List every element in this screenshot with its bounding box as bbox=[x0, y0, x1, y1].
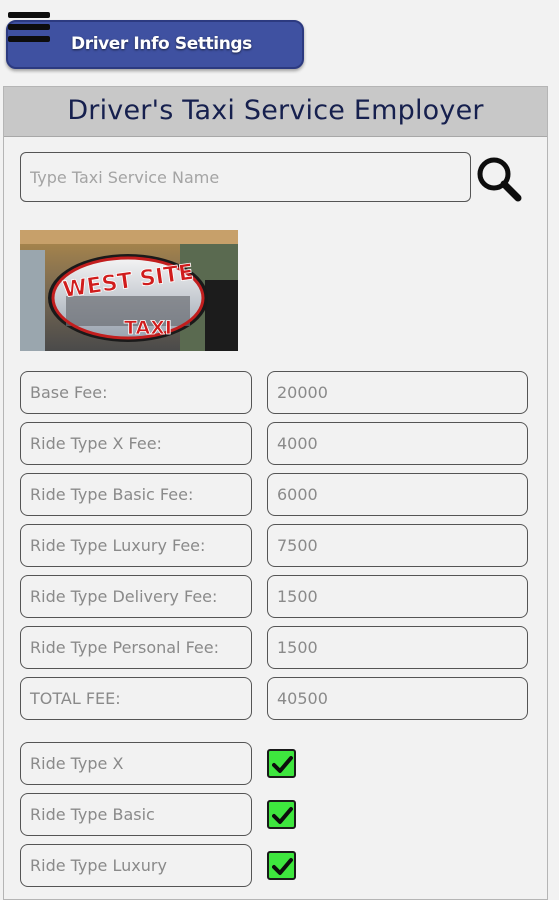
fee-label: Ride Type Luxury Fee: bbox=[20, 524, 252, 567]
page-title: Driver Info Settings bbox=[6, 20, 304, 69]
ride-type-label: Ride Type X bbox=[20, 742, 252, 785]
logo-text-bottom: TAXI bbox=[124, 317, 172, 339]
fee-value-field[interactable]: 1500 bbox=[267, 575, 528, 618]
fee-value-field[interactable]: 20000 bbox=[267, 371, 528, 414]
ride-type-label: Ride Type Luxury bbox=[20, 844, 252, 887]
fee-value-field[interactable]: 40500 bbox=[267, 677, 528, 720]
fee-label: Ride Type Basic Fee: bbox=[20, 473, 252, 516]
checkmark-icon bbox=[272, 807, 293, 824]
fee-value-field[interactable]: 1500 bbox=[267, 626, 528, 669]
fee-value-field[interactable]: 7500 bbox=[267, 524, 528, 567]
fee-label: Ride Type X Fee: bbox=[20, 422, 252, 465]
hamburger-menu-icon[interactable] bbox=[8, 12, 50, 48]
employer-panel: Driver's Taxi Service Employer Type Taxi… bbox=[3, 86, 548, 900]
fee-label: Ride Type Personal Fee: bbox=[20, 626, 252, 669]
taxi-company-logo: WEST SITE TAXI bbox=[20, 230, 238, 351]
fee-value-field[interactable]: 4000 bbox=[267, 422, 528, 465]
fee-value-field[interactable]: 6000 bbox=[267, 473, 528, 516]
fee-label: TOTAL FEE: bbox=[20, 677, 252, 720]
taxi-service-search-input[interactable] bbox=[20, 152, 471, 202]
fee-label: Ride Type Delivery Fee: bbox=[20, 575, 252, 618]
checkmark-icon bbox=[272, 756, 293, 773]
search-icon[interactable] bbox=[474, 155, 524, 205]
ride-type-checkbox[interactable] bbox=[267, 851, 296, 880]
fee-label: Base Fee: bbox=[20, 371, 252, 414]
ride-type-label: Ride Type Basic bbox=[20, 793, 252, 836]
ride-type-checkbox[interactable] bbox=[267, 749, 296, 778]
ride-type-checkbox[interactable] bbox=[267, 800, 296, 829]
checkmark-icon bbox=[272, 858, 293, 875]
panel-title: Driver's Taxi Service Employer bbox=[4, 87, 547, 137]
